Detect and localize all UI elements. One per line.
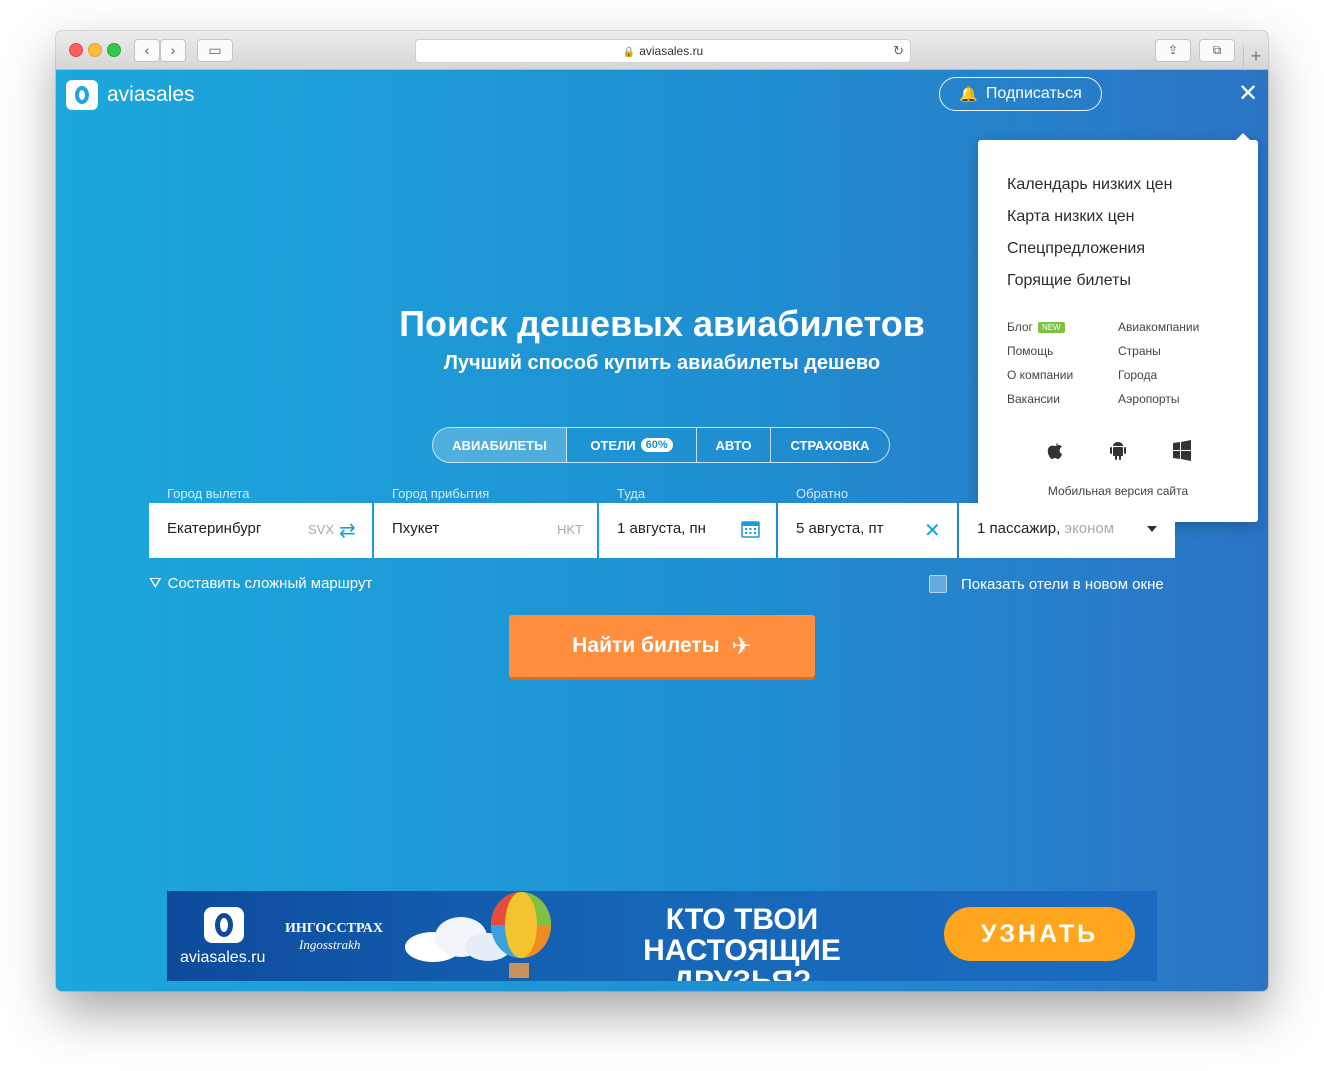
menu-item-calendar[interactable]: Календарь низких цен <box>1007 176 1172 194</box>
menu-link-airports[interactable]: Аэропорты <box>1118 392 1179 406</box>
share-button[interactable]: ⇪ <box>1155 39 1191 62</box>
browser-window: ‹ › ▭ 🔒 aviasales.ru ↻ ⇪ ⧉ + aviasales 🔔 … <box>56 31 1268 991</box>
subscribe-button[interactable]: 🔔 Подписаться <box>939 77 1102 111</box>
search-button[interactable]: Найти билеты ✈ <box>509 615 815 677</box>
partner-name: ИНГОССТРАХ <box>285 921 383 936</box>
depart-label: Туда <box>617 486 646 501</box>
new-tab-button[interactable]: + <box>1243 45 1268 69</box>
origin-code: SVX <box>308 522 335 537</box>
reload-icon[interactable]: ↻ <box>893 40 904 62</box>
depart-date-field[interactable]: 1 августа, пн <box>599 503 776 558</box>
origin-label: Город вылета <box>167 486 250 501</box>
ad-banner[interactable]: aviasales.ru ИНГОССТРАХ Ingosstrakh КТО … <box>167 891 1157 981</box>
origin-field[interactable]: Екатеринбург SVX ⇄ <box>149 503 372 558</box>
browser-toolbar: ‹ › ▭ 🔒 aviasales.ru ↻ ⇪ ⧉ + <box>56 31 1268 70</box>
hotels-new-window-option[interactable]: Показать отели в новом окне <box>929 575 1164 593</box>
sidebar-toggle-button[interactable]: ▭ <box>197 39 233 62</box>
destination-label: Город прибытия <box>392 486 490 501</box>
origin-value: Екатеринбург <box>167 520 262 537</box>
tab-label: АВТО <box>715 437 752 453</box>
calendar-icon[interactable] <box>741 519 760 544</box>
tab-label: АВИАБИЛЕТЫ <box>452 437 547 453</box>
tab-hotels[interactable]: ОТЕЛИ 60% <box>567 428 697 462</box>
menu-item-price-map[interactable]: Карта низких цен <box>1007 208 1134 226</box>
tab-label: ОТЕЛИ <box>590 437 636 453</box>
url-text: aviasales.ru <box>639 44 704 58</box>
lock-icon: 🔒 <box>622 47 636 58</box>
logo-icon <box>66 80 98 110</box>
airplane-icon: ✈ <box>731 632 752 660</box>
destination-field[interactable]: Пхукет HKT <box>374 503 597 558</box>
travel-class: эконом <box>1064 520 1115 537</box>
return-label: Обратно <box>796 486 849 501</box>
subscribe-label: Подписаться <box>985 85 1082 102</box>
destination-code: HKT <box>557 522 583 537</box>
chevron-down-icon <box>1147 526 1157 532</box>
tab-flights[interactable]: АВИАБИЛЕТЫ <box>433 428 567 462</box>
discount-badge: 60% <box>640 438 673 452</box>
partner-script: Ingosstrakh <box>299 937 361 952</box>
passengers-count: 1 пассажир, <box>977 520 1061 537</box>
banner-headline: КТО ТВОИ НАСТОЯЩИЕ ДРУЗЬЯ? <box>572 904 912 981</box>
tab-cars[interactable]: АВТО <box>697 428 771 462</box>
tabs-overview-button[interactable]: ⧉ <box>1199 39 1235 62</box>
close-menu-icon[interactable]: ✕ <box>1238 82 1258 106</box>
search-button-label: Найти билеты <box>572 634 720 657</box>
back-button[interactable]: ‹ <box>134 39 160 62</box>
tab-label: СТРАХОВКА <box>790 437 870 453</box>
address-bar[interactable]: 🔒 aviasales.ru ↻ <box>415 39 911 63</box>
clear-date-icon[interactable]: ✕ <box>924 518 941 543</box>
passengers-dropdown[interactable]: 1 пассажир, эконом <box>959 503 1175 558</box>
return-date-field[interactable]: 5 августа, пт ✕ <box>778 503 957 558</box>
complex-route-label: Составить сложный маршрут <box>167 575 373 592</box>
depart-value: 1 августа, пн <box>617 520 706 537</box>
android-icon[interactable] <box>1107 439 1129 461</box>
destination-value: Пхукет <box>392 520 440 537</box>
complex-route-link[interactable]: ⛛ Составить сложный маршрут <box>149 575 372 592</box>
tab-insurance[interactable]: СТРАХОВКА <box>771 428 889 462</box>
site-logo[interactable]: aviasales <box>66 80 195 110</box>
return-value: 5 августа, пт <box>796 520 884 537</box>
window-close-button[interactable] <box>69 43 83 57</box>
banner-line-1: КТО ТВОИ <box>665 903 819 936</box>
banner-logo-icon <box>204 907 244 943</box>
window-maximize-button[interactable] <box>107 43 121 57</box>
windows-icon[interactable] <box>1171 439 1193 461</box>
route-icon: ⛛ <box>149 575 162 592</box>
apple-icon[interactable] <box>1043 439 1065 461</box>
forward-button[interactable]: › <box>160 39 186 62</box>
page-title: Поиск дешевых авиабилетов <box>399 303 925 344</box>
banner-line-2: НАСТОЯЩИЕ ДРУЗЬЯ? <box>643 934 841 981</box>
swap-icon[interactable]: ⇄ <box>339 518 356 543</box>
bell-icon: 🔔 <box>959 86 978 103</box>
product-tabs: АВИАБИЛЕТЫ ОТЕЛИ 60% АВТО СТРАХОВКА <box>432 427 890 463</box>
page-subtitle: Лучший способ купить авиабилеты дешево <box>443 352 881 374</box>
logo-text: aviasales <box>107 83 195 106</box>
mobile-version-link[interactable]: Мобильная версия сайта <box>978 484 1258 498</box>
menu-item-special-offers[interactable]: Спецпредложения <box>1007 240 1145 258</box>
window-minimize-button[interactable] <box>88 43 102 57</box>
hotels-checkbox-label: Показать отели в новом окне <box>961 575 1164 593</box>
menu-item-hot-tickets[interactable]: Горящие билеты <box>1007 272 1131 290</box>
balloon-illustration <box>491 892 551 978</box>
banner-site: aviasales.ru <box>180 949 266 966</box>
hotels-checkbox[interactable] <box>929 575 947 593</box>
menu-link-jobs[interactable]: Вакансии <box>1007 392 1060 406</box>
passengers-value: 1 пассажир, эконом <box>977 520 1114 537</box>
banner-cta-button[interactable]: УЗНАТЬ <box>944 907 1135 961</box>
partner-logo: ИНГОССТРАХ Ingosstrakh <box>285 921 383 953</box>
page-content: aviasales 🔔 Подписаться ✕ Календарь низк… <box>56 70 1268 991</box>
